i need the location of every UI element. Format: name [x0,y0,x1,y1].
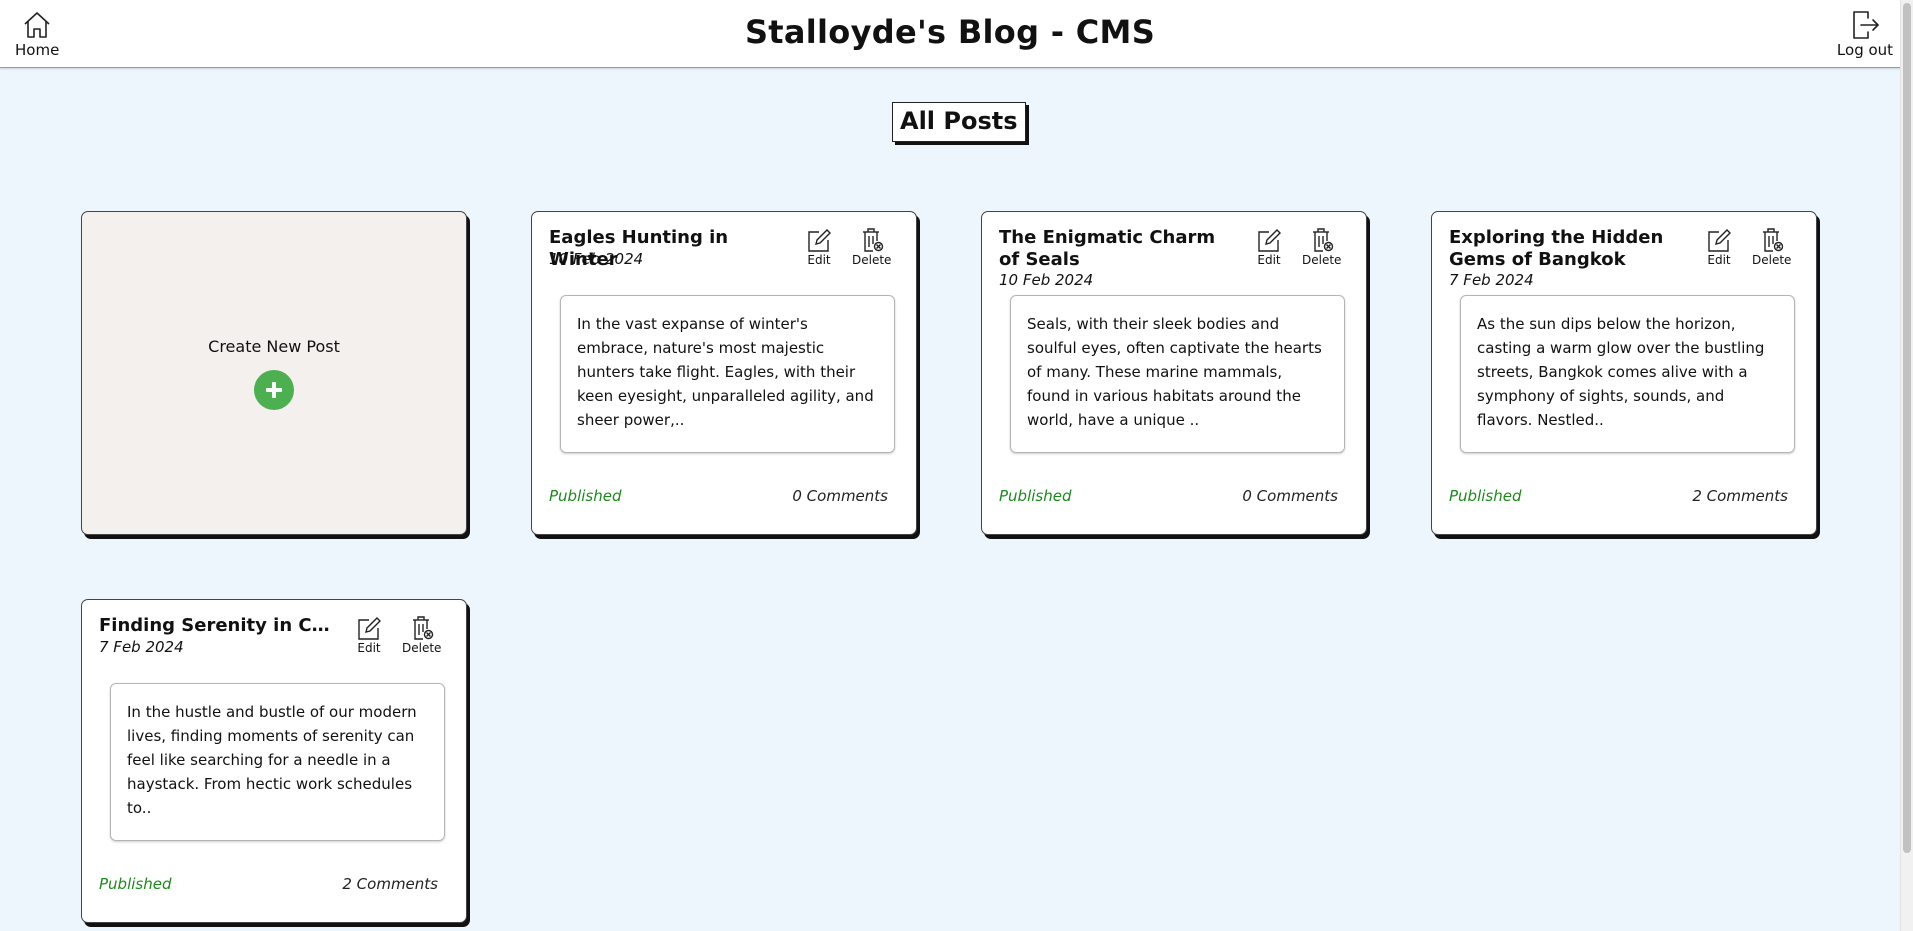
edit-label: Edit [357,641,381,655]
post-card: Finding Serenity in Chaos... 7 Feb 2024 … [81,599,467,923]
delete-button[interactable]: Delete [1302,227,1341,267]
delete-label: Delete [402,641,442,655]
top-navbar: Home Stalloyde's Blog - CMS Log out [0,0,1900,68]
delete-label: Delete [1302,253,1342,267]
edit-button[interactable]: Edit [806,227,832,267]
edit-icon [808,229,831,252]
trash-icon [412,616,433,640]
scrollbar-thumb[interactable] [1903,3,1911,853]
trash-icon [1762,228,1783,252]
delete-button[interactable]: Delete [1752,227,1791,267]
plus-icon[interactable] [254,369,294,410]
post-card: The Enigmatic Charm of Seals 10 Feb 2024… [981,211,1367,535]
post-date: 7 Feb 2024 [99,638,184,656]
edit-label: Edit [1257,253,1281,267]
logout-label: Log out [1836,41,1894,59]
create-post-card[interactable]: Create New Post [81,211,467,535]
comment-count: 2 Comments [342,875,438,893]
status-badge: Published [549,487,622,505]
comment-count: 0 Comments [1242,487,1338,505]
comment-count: 2 Comments [1692,487,1788,505]
post-title[interactable]: Finding Serenity in Chaos... [99,615,339,637]
post-excerpt: In the vast expanse of winter's embrace,… [560,295,895,453]
post-excerpt: As the sun dips below the horizon, casti… [1460,295,1795,453]
delete-label: Delete [852,253,892,267]
comment-count: 0 Comments [792,487,888,505]
edit-label: Edit [1707,253,1731,267]
edit-icon [358,617,381,640]
post-date: 10 Feb 2024 [999,271,1094,289]
page-title: Stalloyde's Blog - CMS [744,13,1156,51]
edit-button[interactable]: Edit [1706,227,1732,267]
edit-label: Edit [807,253,831,267]
delete-button[interactable]: Delete [852,227,891,267]
create-post-label: Create New Post [208,336,340,356]
post-excerpt: In the hustle and bustle of our modern l… [110,683,445,841]
post-card: Exploring the Hidden Gems of Bangkok 7 F… [1431,211,1817,535]
trash-icon [862,228,883,252]
edit-button[interactable]: Edit [356,615,382,655]
post-date: 7 Feb 2024 [1449,271,1534,289]
post-title[interactable]: Exploring the Hidden Gems of Bangkok [1449,227,1684,271]
status-badge: Published [999,487,1072,505]
section-title: All Posts [892,102,1026,142]
delete-button[interactable]: Delete [402,615,441,655]
post-excerpt: Seals, with their sleek bodies and soulf… [1010,295,1345,453]
post-title[interactable]: The Enigmatic Charm of Seals [999,227,1234,271]
edit-button[interactable]: Edit [1256,227,1282,267]
delete-label: Delete [1752,253,1792,267]
edit-icon [1258,229,1281,252]
edit-icon [1708,229,1731,252]
post-date: 10 Feb 2024 [549,250,644,268]
status-badge: Published [99,875,172,893]
trash-icon [1312,228,1333,252]
logout-button[interactable]: Log out [1830,9,1900,59]
post-card: Eagles Hunting in Winter 10 Feb 2024 Edi… [531,211,917,535]
status-badge: Published [1449,487,1522,505]
page-scrollbar[interactable] [1900,0,1913,931]
logout-icon [1853,11,1879,39]
